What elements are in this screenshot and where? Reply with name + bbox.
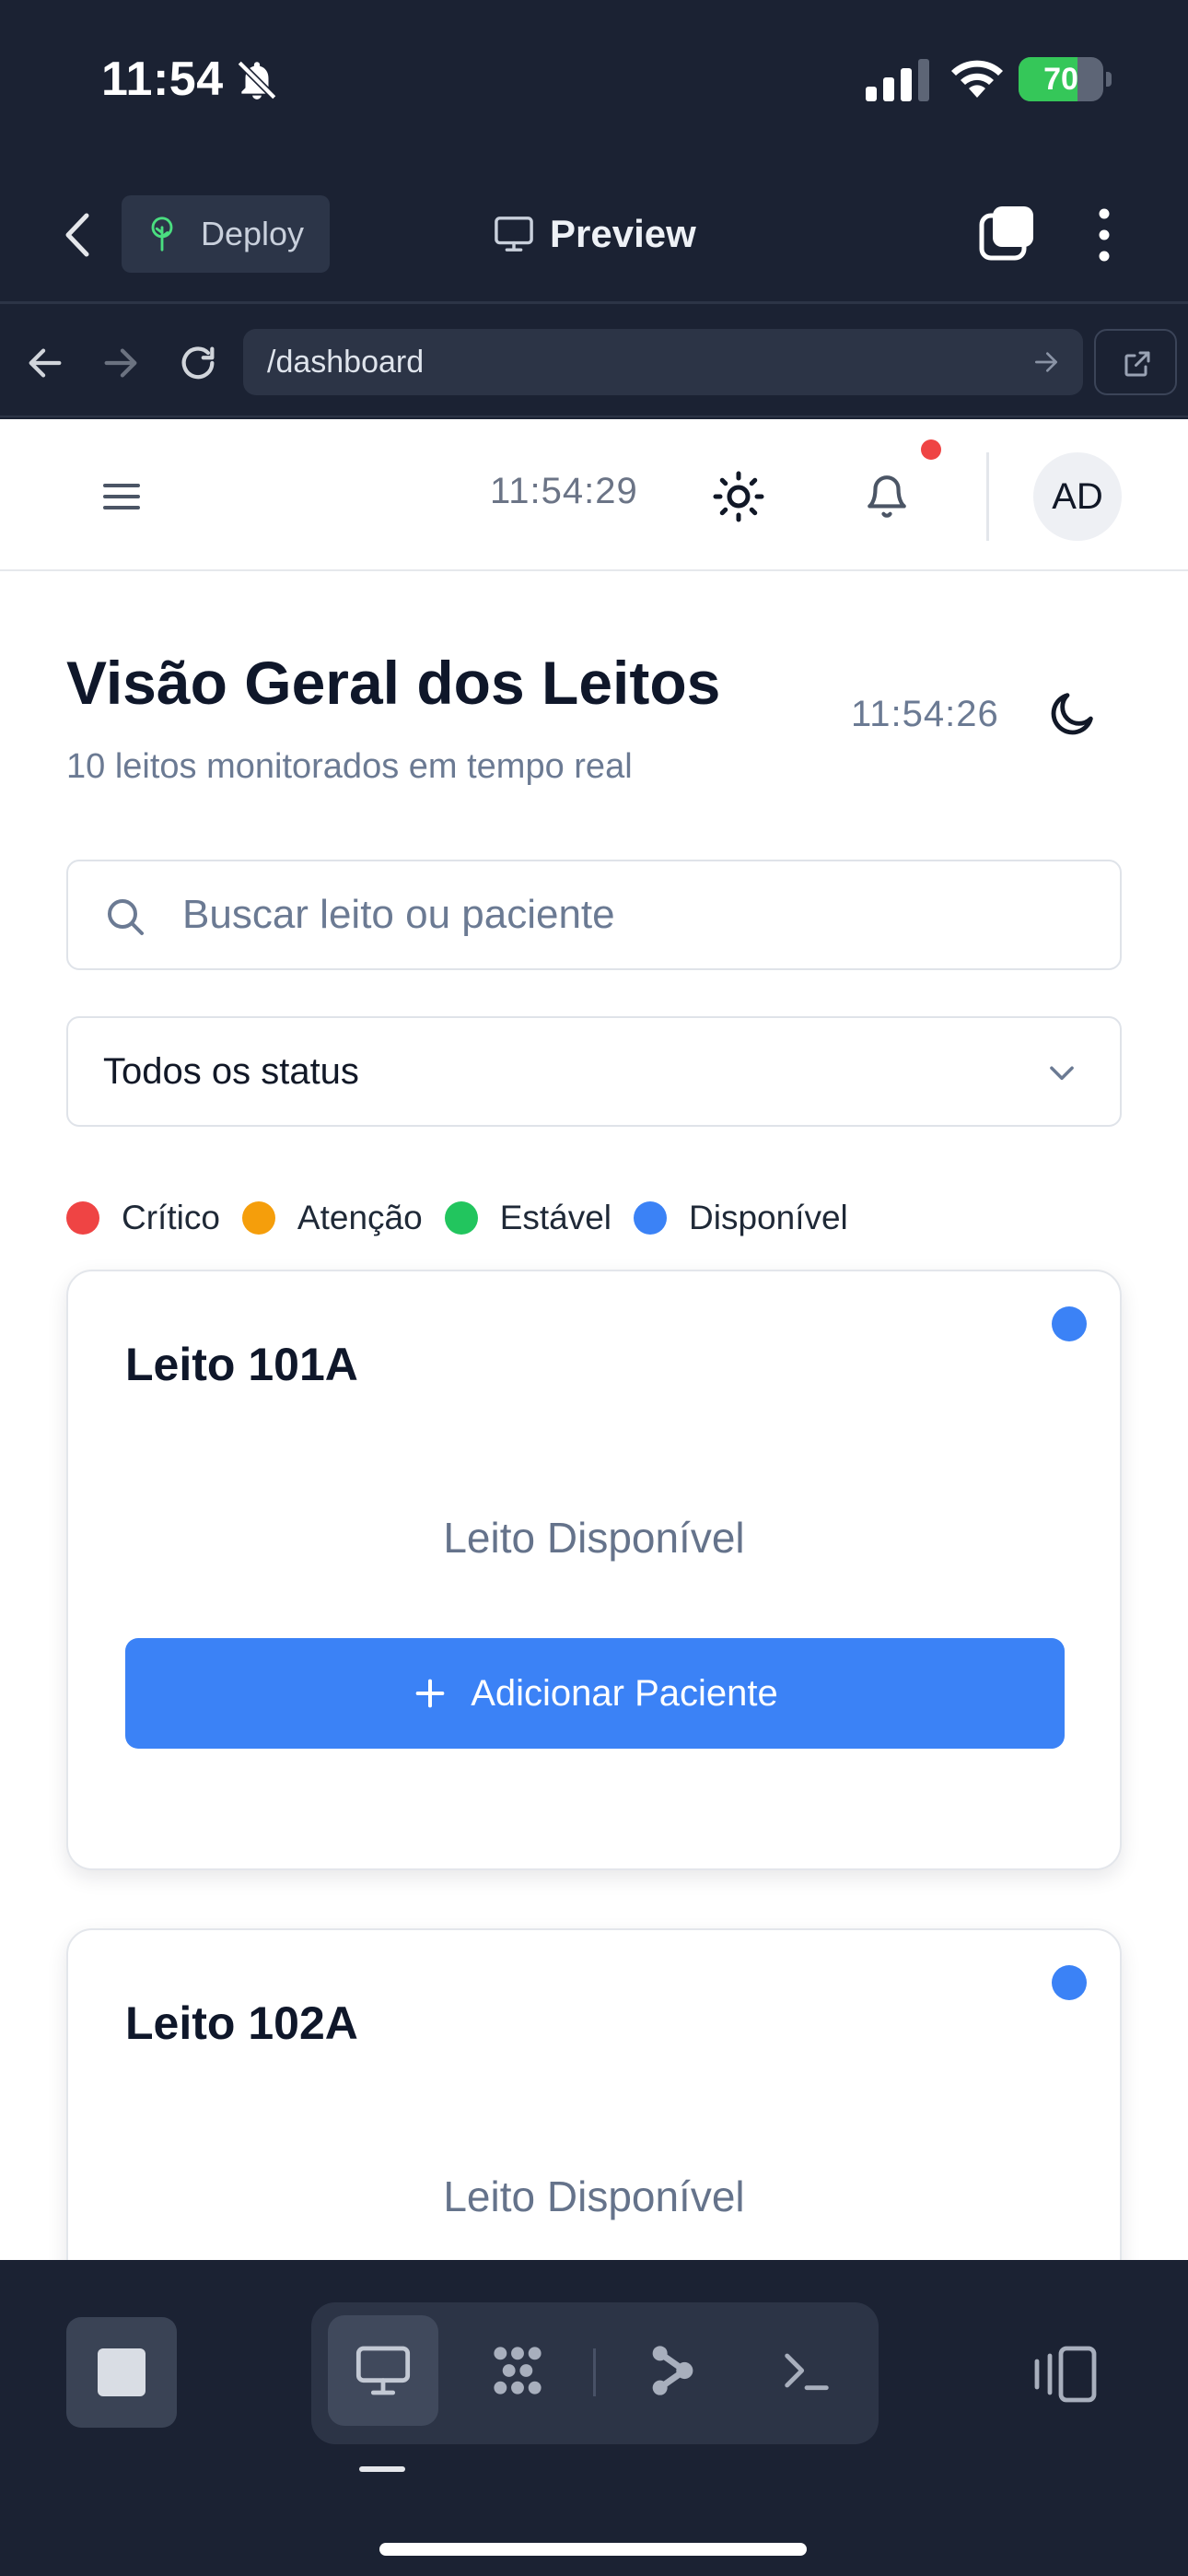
preview-tab[interactable]: Preview (493, 205, 696, 263)
bed-status-dot (1052, 1965, 1087, 2000)
mode-switcher (311, 2302, 879, 2444)
header-clock: 11:54:29 (490, 471, 638, 511)
legend-label: Disponível (689, 1199, 848, 1236)
status-time: 11:54 (101, 53, 224, 106)
bottom-toolbar (0, 2260, 1188, 2576)
status-filter-value: Todos os status (103, 1051, 359, 1092)
search-icon (108, 899, 144, 935)
bell-icon[interactable] (864, 471, 910, 522)
battery-body: 70 (1019, 57, 1103, 101)
battery-cap (1106, 72, 1112, 87)
legend-item-estavel: Estável (444, 1199, 612, 1237)
battery-charging-icon: 70 (1019, 57, 1112, 101)
tabs-icon[interactable] (978, 205, 1035, 262)
legend-item-atencao: Atenção (241, 1199, 423, 1237)
monitor-icon (495, 217, 533, 252)
legend-dot (66, 1201, 99, 1235)
browser-bar: /dashboard (0, 307, 1188, 417)
chevron-left-icon[interactable] (57, 210, 98, 260)
nodes-icon (652, 2346, 693, 2395)
tree-icon (151, 217, 173, 252)
page-clock: 11:54:26 (851, 694, 999, 734)
search-input[interactable] (182, 861, 1094, 968)
reload-icon[interactable] (177, 342, 219, 384)
web-content: 11:54:29 AD Visão Geral dos Leitos 10 le… (0, 419, 1188, 2260)
status-filter-select[interactable]: Todos os status (66, 1016, 1122, 1127)
legend-item-critico: Crítico (66, 1199, 220, 1237)
bed-status-dot (1052, 1306, 1087, 1341)
header-divider (986, 452, 989, 541)
grid-mode-button[interactable] (462, 2315, 573, 2426)
bell-slash-icon (237, 60, 277, 100)
avatar[interactable]: AD (1033, 452, 1122, 541)
stop-button[interactable] (66, 2317, 177, 2428)
bed-state: Leito Disponível (443, 1514, 745, 1562)
plus-icon (415, 1679, 445, 1708)
legend-dot (444, 1201, 478, 1235)
url-text: /dashboard (267, 345, 425, 380)
bed-card[interactable]: Leito 102A Leito Disponível (66, 1928, 1122, 2260)
external-link-button[interactable] (1094, 329, 1177, 395)
status-legend: Crítico Atenção Estável Disponível (66, 1195, 870, 1241)
go-arrow-icon[interactable] (1031, 347, 1061, 377)
external-link-icon (1124, 351, 1150, 377)
legend-dot (241, 1201, 275, 1235)
notification-dot (921, 439, 941, 460)
desktop-mode-button[interactable] (328, 2315, 438, 2426)
grid-dots-icon (494, 2347, 542, 2395)
arrow-left-icon[interactable] (24, 342, 66, 384)
bed-state: Leito Disponível (443, 2172, 745, 2220)
legend-item-disponivel: Disponível (634, 1199, 848, 1237)
add-patient-button[interactable]: Adicionar Paciente (125, 1638, 1065, 1749)
menu-icon[interactable] (101, 478, 142, 515)
split-view-icon[interactable] (1031, 2345, 1098, 2404)
home-indicator (379, 2543, 807, 2556)
bed-name: Leito 102A (125, 1997, 358, 2049)
signal-icon (866, 59, 929, 101)
more-vertical-icon[interactable] (1092, 206, 1116, 263)
active-mode-indicator (359, 2466, 405, 2472)
preview-label: Preview (550, 212, 696, 255)
chevron-down-icon (1050, 1066, 1074, 1081)
deploy-label: Deploy (201, 215, 305, 252)
page-subtitle: 10 leitos monitorados em tempo real (66, 747, 633, 786)
legend-label: Crítico (122, 1199, 220, 1236)
mode-separator (593, 2348, 596, 2396)
app-toolbar: Deploy Preview (0, 166, 1188, 304)
stop-icon (98, 2348, 146, 2396)
arrow-right-icon[interactable] (99, 342, 142, 384)
moon-icon[interactable] (1046, 686, 1100, 740)
app-header: 11:54:29 AD (0, 419, 1188, 571)
legend-dot (634, 1201, 668, 1235)
legend-label: Atenção (297, 1199, 423, 1236)
deploy-button[interactable]: Deploy (122, 195, 330, 273)
bed-card[interactable]: Leito 101A Leito Disponível Adicionar Pa… (66, 1270, 1122, 1870)
wifi-icon (951, 60, 1003, 98)
terminal-mode-button[interactable] (751, 2315, 862, 2426)
nodes-mode-button[interactable] (617, 2315, 728, 2426)
battery-text: 70 (1043, 62, 1078, 97)
search-field[interactable] (66, 860, 1122, 970)
bed-name: Leito 101A (125, 1339, 358, 1390)
screen: 11:54 70 Deploy Preview /dashboard 11:54… (0, 0, 1188, 2576)
sun-icon[interactable] (711, 469, 766, 524)
add-patient-label: Adicionar Paciente (471, 1672, 778, 1714)
legend-label: Estável (499, 1199, 612, 1236)
status-bar: 11:54 70 (0, 0, 1188, 166)
url-bar[interactable]: /dashboard (243, 329, 1083, 395)
terminal-icon (785, 2353, 829, 2391)
desktop-icon (355, 2346, 411, 2395)
page-title: Visão Geral dos Leitos (66, 649, 721, 717)
